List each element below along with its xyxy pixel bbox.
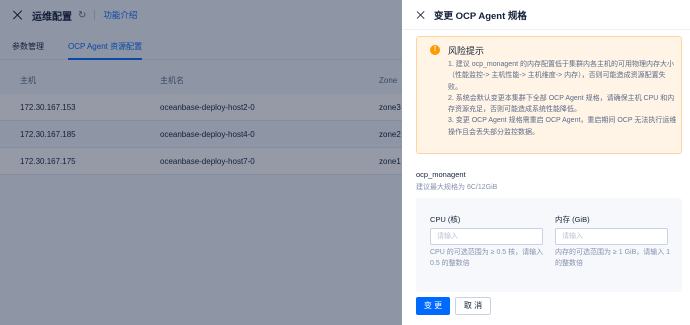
section-title: ocp_monagent	[416, 170, 466, 179]
memory-field: 内存 (GiB) 内存的可选范围为 ≥ 1 GiB，请输入 1 的整数倍	[555, 214, 670, 269]
drawer-title: 变更 OCP Agent 规格	[434, 10, 527, 22]
alert-line: 3. 变更 OCP Agent 规格需重启 OCP Agent，重启期间 OCP…	[448, 117, 677, 136]
drawer-header: 变更 OCP Agent 规格	[402, 0, 690, 30]
cpu-help: CPU 的可选范围为 ≥ 0.5 核，请输入 0.5 的整数倍	[430, 249, 544, 267]
alert-title: 风险提示	[448, 46, 485, 56]
alert-line: 1. 建议 ocp_monagent 的内存配置低于集群内各主机的可用物理内存大…	[448, 61, 674, 91]
risk-alert: ! 风险提示 1. 建议 ocp_monagent 的内存配置低于集群内各主机的…	[416, 36, 682, 154]
cpu-label: CPU (核)	[430, 215, 461, 224]
alert-body: 1. 建议 ocp_monagent 的内存配置低于集群内各主机的可用物理内存大…	[448, 59, 678, 138]
memory-input[interactable]	[555, 228, 668, 245]
alert-line: 2. 系统会默认变更本集群下全部 OCP Agent 规格，请确保主机 CPU …	[448, 94, 675, 114]
confirm-button[interactable]: 变 更	[416, 297, 450, 315]
spec-form: CPU (核) CPU 的可选范围为 ≥ 0.5 核，请输入 0.5 的整数倍 …	[416, 198, 682, 292]
close-icon[interactable]	[416, 9, 426, 19]
cpu-field: CPU (核) CPU 的可选范围为 ≥ 0.5 核，请输入 0.5 的整数倍	[430, 214, 544, 269]
memory-label: 内存 (GiB)	[555, 215, 590, 224]
memory-help: 内存的可选范围为 ≥ 1 GiB，请输入 1 的整数倍	[555, 249, 671, 267]
cpu-input[interactable]	[430, 228, 543, 245]
change-agent-spec-drawer: 变更 OCP Agent 规格 ! 风险提示 1. 建议 ocp_monagen…	[402, 0, 690, 325]
cancel-button[interactable]: 取 消	[455, 297, 491, 315]
section-hint: 建议最大规格为 6C/12GiB	[416, 184, 498, 191]
warning-icon: !	[430, 45, 440, 55]
